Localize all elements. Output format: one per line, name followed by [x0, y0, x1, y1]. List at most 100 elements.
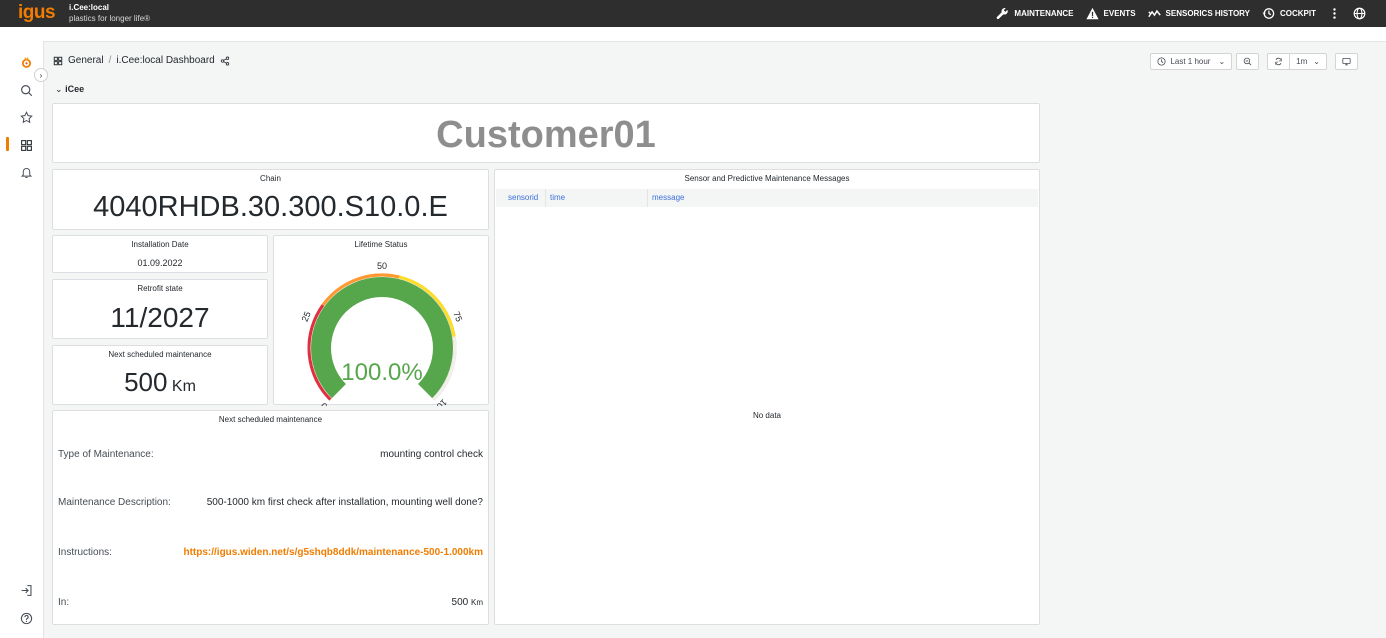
- help-icon: [20, 612, 32, 624]
- next-maintenance-value: 500: [124, 367, 168, 397]
- dashboard-toolbar: Last 1 hour ⌄ 1m ⌄: [1150, 53, 1358, 70]
- panel-title: Chain: [260, 174, 281, 183]
- instructions-link[interactable]: https://igus.widen.net/s/g5shqb8ddk/main…: [183, 547, 483, 558]
- gauge-tick-label: 25: [300, 310, 313, 323]
- breadcrumb-separator: /: [108, 55, 112, 66]
- kebab-menu-icon: [1333, 8, 1336, 19]
- refresh-picker[interactable]: 1m ⌄: [1267, 53, 1327, 70]
- in-value-wrap: 500 Km: [452, 597, 483, 608]
- panel-title: Next scheduled maintenance: [218, 415, 323, 424]
- dashboards-icon: [20, 139, 32, 151]
- language-button[interactable]: [1353, 7, 1366, 20]
- breadcrumb-dashboard[interactable]: i.Cee:local Dashboard: [116, 55, 214, 66]
- more-menu-button[interactable]: [1328, 7, 1341, 20]
- alerting-button[interactable]: [18, 164, 34, 180]
- in-key: In:: [58, 597, 70, 608]
- app-name: i.Cee:local: [69, 3, 110, 12]
- next-maintenance-value-wrap: 500 Km: [53, 367, 267, 398]
- gauge-tick-label: 50: [377, 261, 387, 271]
- share-icon[interactable]: [220, 56, 230, 66]
- tv-mode-button[interactable]: [1335, 53, 1358, 70]
- customer-name: Customer01: [436, 114, 656, 156]
- grafana-logo[interactable]: [18, 54, 34, 70]
- zoom-out-icon: [1243, 57, 1252, 66]
- maintenance-description-key: Maintenance Description:: [58, 497, 171, 508]
- alert-bell-icon: [20, 167, 32, 178]
- next-maintenance-km-panel: Next scheduled maintenance 500 Km: [52, 345, 268, 405]
- nav-maintenance[interactable]: MAINTENANCE: [996, 7, 1074, 20]
- lifetime-status-panel: Lifetime Status 0 25 50 75 100 100.0%: [273, 235, 489, 406]
- dashboards-icon: [53, 56, 63, 65]
- app-tagline: plastics for longer life®: [69, 14, 151, 23]
- maintenance-description-row: Maintenance Description: 500-1000 km fir…: [58, 497, 483, 508]
- grafana-logo-icon: [21, 56, 31, 68]
- chevron-down-icon: ⌄: [1313, 57, 1320, 66]
- time-range-picker[interactable]: Last 1 hour ⌄: [1150, 53, 1233, 70]
- in-row: In: 500 Km: [58, 597, 483, 608]
- instructions-key: Instructions:: [58, 547, 112, 558]
- nav-sensorics-history[interactable]: SENSORICS HISTORY: [1147, 7, 1250, 20]
- in-value: 500: [451, 597, 469, 608]
- column-header-message[interactable]: message: [648, 189, 1038, 207]
- in-unit: Km: [471, 598, 483, 607]
- nav-events[interactable]: EVENTS: [1085, 7, 1136, 20]
- next-maintenance-unit: Km: [171, 378, 196, 395]
- divider: [1289, 54, 1291, 69]
- zoom-out-button[interactable]: [1236, 53, 1260, 70]
- table-header: sensorid time message: [496, 189, 1038, 207]
- panel-title: Installation Date: [131, 240, 189, 249]
- nav-events-label: EVENTS: [1103, 9, 1136, 18]
- monitor-icon: [1342, 58, 1351, 66]
- starred-button[interactable]: [18, 109, 34, 125]
- time-range-label: Last 1 hour: [1170, 57, 1211, 66]
- nav-cockpit-label: COCKPIT: [1280, 9, 1316, 18]
- chevron-right-icon: ›: [39, 70, 43, 80]
- warning-icon: [1085, 7, 1099, 20]
- history-icon: [1262, 8, 1275, 19]
- igus-logo[interactable]: igus: [18, 2, 56, 24]
- search-button[interactable]: [18, 82, 34, 98]
- top-bar: igus i.Cee:local plastics for longer lif…: [0, 0, 1386, 27]
- star-icon: [19, 110, 33, 123]
- maintenance-type-key: Type of Maintenance:: [58, 449, 154, 460]
- sign-in-icon: [21, 584, 31, 596]
- chevron-down-icon: ⌄: [1218, 57, 1226, 66]
- lifetime-gauge: 0255075100 100.0%: [300, 261, 465, 406]
- refresh-interval-label: 1m: [1296, 57, 1308, 66]
- nav-cockpit[interactable]: COCKPIT: [1262, 7, 1316, 20]
- maintenance-type-row: Type of Maintenance: mounting control ch…: [58, 449, 483, 460]
- breadcrumb-folder[interactable]: General: [68, 55, 104, 66]
- menu-expand-button[interactable]: ›: [34, 68, 48, 82]
- trend-icon: [1147, 9, 1161, 18]
- nav-sensorics-label: SENSORICS HISTORY: [1165, 9, 1250, 18]
- search-icon: [20, 84, 32, 96]
- row-title[interactable]: ⌄ iCee: [55, 84, 84, 95]
- wrench-icon: [997, 8, 1009, 20]
- gauge-tick-label: 0: [319, 401, 330, 406]
- globe-icon: [1353, 7, 1366, 20]
- top-nav: MAINTENANCE EVENTS SENSORICS HISTORY COC…: [996, 0, 1366, 27]
- help-button[interactable]: [18, 610, 34, 626]
- sign-in-button[interactable]: [18, 582, 34, 598]
- maintenance-type-value: mounting control check: [380, 449, 483, 460]
- retrofit-value: 11/2027: [110, 302, 210, 333]
- nav-maintenance-label: MAINTENANCE: [1014, 9, 1074, 18]
- panel-title: Sensor and Predictive Maintenance Messag…: [684, 174, 850, 183]
- gauge-tick-label: 75: [451, 310, 464, 323]
- maintenance-details-panel: Next scheduled maintenance Type of Maint…: [52, 410, 489, 625]
- chevron-down-icon: ⌄: [55, 84, 63, 94]
- panel-title: Retrofit state: [137, 284, 183, 293]
- row-title-label: iCee: [65, 84, 85, 94]
- column-header-time[interactable]: time: [546, 189, 648, 207]
- installation-date-panel: Installation Date 01.09.2022: [52, 235, 268, 273]
- active-menu-indicator: [6, 137, 9, 151]
- customer-panel: Customer01: [52, 103, 1040, 163]
- chain-panel: Chain 4040RHDB.30.300.S10.0.E: [52, 169, 489, 230]
- instructions-row: Instructions: https://igus.widen.net/s/g…: [58, 547, 483, 558]
- panel-title: Next scheduled maintenance: [108, 350, 212, 359]
- no-data-text: No data: [752, 411, 782, 420]
- messages-panel: Sensor and Predictive Maintenance Messag…: [494, 169, 1040, 625]
- refresh-icon: [1275, 57, 1282, 66]
- column-header-sensorid[interactable]: sensorid: [496, 189, 546, 207]
- dashboards-button[interactable]: [18, 137, 34, 153]
